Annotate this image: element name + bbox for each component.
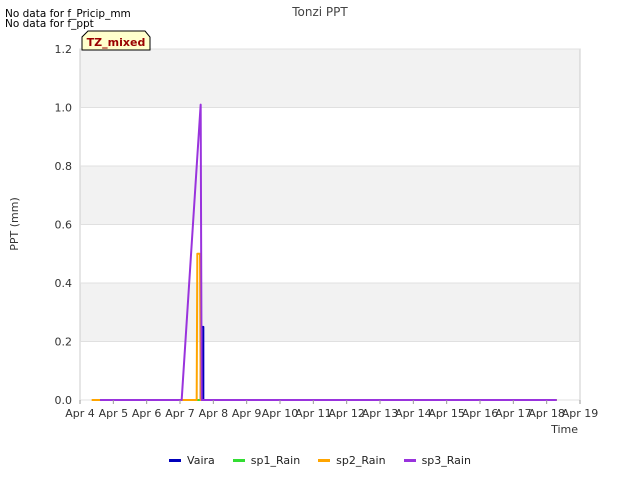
- legend-label: Vaira: [187, 454, 215, 467]
- legend-item: sp2_Rain: [318, 454, 386, 467]
- legend-label: sp2_Rain: [336, 454, 386, 467]
- x-tick-label: Apr 13: [362, 407, 399, 420]
- y-axis-ticks: 0.0 0.2 0.4 0.6 0.8 1.0 1.2: [55, 43, 73, 407]
- x-tick-label: Apr 6: [132, 407, 162, 420]
- y-axis-label: PPT (mm): [8, 197, 21, 251]
- x-tick-label: Apr 10: [262, 407, 299, 420]
- series-lines: [91, 103, 557, 401]
- y-tick-label: 0.6: [55, 219, 73, 232]
- ppt-chart: Apr 4 Apr 5 Apr 6 Apr 7 Apr 8 Apr 9 Apr 10Apr …: [8, 5, 598, 436]
- x-tick-label: Apr 5: [99, 407, 129, 420]
- series-line-sp3_Rain: [100, 103, 557, 401]
- y-tick-label: 1.0: [55, 102, 73, 115]
- x-axis-ticks: Apr 4 Apr 5 Apr 6 Apr 7 Apr 8 Apr 9 Apr 10Apr …: [65, 400, 598, 420]
- x-tick-label: Apr 4: [65, 407, 95, 420]
- x-tick-label: Apr 8: [199, 407, 229, 420]
- grid-band: [80, 283, 580, 342]
- legend: Vaira sp1_Rain sp2_Rain sp3_Rain: [0, 454, 640, 467]
- x-tick-label: Apr 16: [462, 407, 499, 420]
- x-tick-label: Apr 14: [395, 407, 432, 420]
- x-tick-label: Apr 7: [165, 407, 195, 420]
- legend-label: sp3_Rain: [421, 454, 471, 467]
- x-tick-label: Apr 11: [295, 407, 332, 420]
- x-tick-label: Apr 19: [562, 407, 599, 420]
- legend-label: sp1_Rain: [250, 454, 301, 467]
- grid-band: [80, 49, 580, 108]
- legend-swatch: [232, 459, 245, 462]
- grid-band: [80, 166, 580, 225]
- legend-swatch: [403, 459, 416, 462]
- x-tick-label: Apr 15: [428, 407, 465, 420]
- legend-item: Vaira: [169, 454, 215, 467]
- y-tick-label: 0.8: [55, 160, 73, 173]
- site-tag-label: TZ_mixed: [87, 36, 146, 49]
- legend-item: sp1_Rain: [232, 454, 301, 467]
- y-tick-label: 0.4: [55, 277, 73, 290]
- legend-item: sp3_Rain: [403, 454, 471, 467]
- plot-background-bands: [80, 49, 580, 342]
- x-tick-label: Apr 18: [528, 407, 565, 420]
- y-tick-label: 1.2: [55, 43, 73, 56]
- y-tick-label: 0.0: [55, 394, 73, 407]
- x-tick-label: Apr 12: [328, 407, 365, 420]
- site-tag: TZ_mixed: [81, 30, 151, 51]
- x-axis-label: Time: [550, 423, 578, 436]
- legend-swatch: [318, 459, 331, 462]
- y-tick-label: 0.2: [55, 336, 73, 349]
- legend-swatch: [169, 459, 182, 462]
- x-tick-label: Apr 9: [232, 407, 262, 420]
- x-tick-label: Apr 17: [495, 407, 532, 420]
- chart-title: Tonzi PPT: [291, 5, 348, 19]
